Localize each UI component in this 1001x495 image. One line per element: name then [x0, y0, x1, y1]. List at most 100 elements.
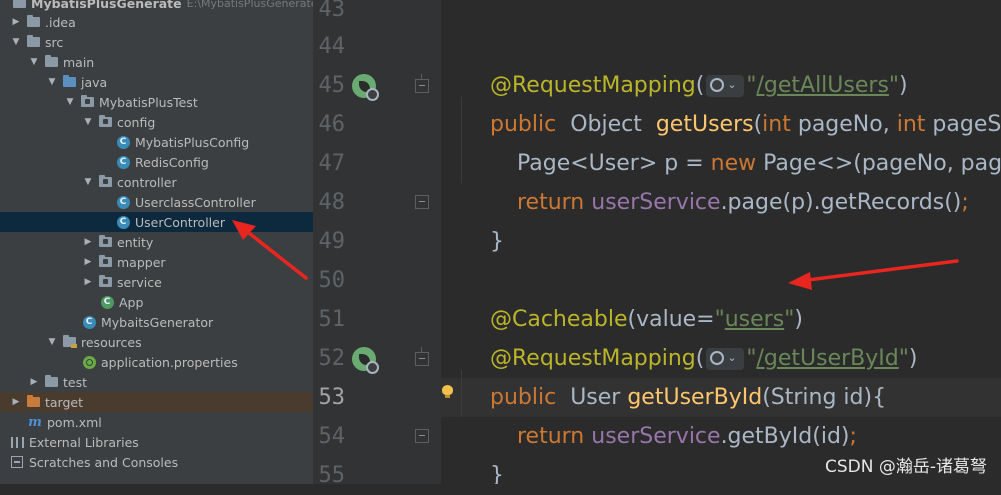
package-icon: [80, 95, 94, 109]
tree-item-label: mapper: [117, 254, 166, 270]
tree-item-mybatisplusconfig[interactable]: C MybatisPlusConfig: [0, 132, 313, 152]
chevron-down-icon[interactable]: ▼: [46, 336, 58, 348]
line-number-current: 53: [318, 385, 346, 410]
fold-marker-icon[interactable]: [415, 195, 429, 209]
tree-item-userclasscontroller[interactable]: C UserclassController: [0, 192, 313, 212]
tree-item-label: MybaitsGenerator: [101, 314, 214, 330]
tree-item-external-libraries[interactable]: External Libraries: [0, 432, 313, 452]
tree-item-label: java: [81, 74, 108, 90]
tree-item-label: controller: [117, 174, 177, 190]
tree-item-main[interactable]: ▼ main: [0, 52, 313, 72]
line-number: 48: [318, 190, 346, 215]
tree-item-idea[interactable]: ▶ .idea: [0, 12, 313, 32]
code-line-53[interactable]: return userService.getById(id);: [489, 378, 857, 449]
folder-icon: [26, 15, 40, 29]
code-line-51[interactable]: @RequestMapping(⌄ "/getUserById"): [462, 300, 917, 371]
folder-icon: [12, 0, 26, 10]
chevron-right-icon[interactable]: ▶: [82, 236, 94, 248]
tree-item-scratches[interactable]: Scratches and Consoles: [0, 452, 313, 472]
fold-marker-icon[interactable]: [415, 74, 429, 93]
tree-item-label: MybatisPlusTest: [99, 94, 198, 110]
class-icon: C: [116, 155, 130, 169]
code-editor[interactable]: @RequestMapping(⌄ "/getAllUsers") public …: [441, 0, 1001, 484]
line-number: 45: [318, 73, 346, 98]
folder-icon: [26, 35, 40, 49]
tree-item-label: App: [119, 294, 144, 310]
tree-root-path: E:\MybatisPlusGenerate: [186, 0, 313, 10]
tree-item-usercontroller[interactable]: C UserController: [0, 212, 313, 232]
chevron-right-icon[interactable]: ▶: [28, 376, 40, 388]
chevron-right-icon[interactable]: ▶: [10, 16, 22, 28]
code-punct: }: [489, 229, 504, 254]
line-number: 47: [318, 151, 346, 176]
tree-item-config[interactable]: ▼ config: [0, 112, 313, 132]
class-icon: C: [116, 195, 130, 209]
tree-item-label: External Libraries: [29, 434, 139, 450]
scratches-icon: [10, 455, 24, 469]
code-line-50[interactable]: @Cacheable(value="users"): [462, 261, 803, 332]
code-line-44[interactable]: @RequestMapping(⌄ "/getAllUsers"): [462, 27, 908, 98]
line-number: 54: [318, 424, 346, 449]
spring-endpoint-icon[interactable]: [352, 347, 379, 374]
excluded-folder-icon: [26, 395, 40, 409]
resources-folder-icon: [62, 335, 77, 349]
tree-item-mybatisplustest[interactable]: ▼ MybatisPlusTest: [0, 92, 313, 112]
csdn-watermark: CSDN @瀚岳-诸葛弩: [824, 457, 987, 477]
chevron-down-icon[interactable]: ▼: [28, 56, 40, 68]
editor-gutter: 43 44 45 46 47 48 49 50 51 52 53 54 55: [313, 0, 441, 488]
tree-item-mapper[interactable]: ▶ mapper: [0, 252, 313, 272]
chevron-down-icon[interactable]: ▼: [46, 76, 58, 88]
tree-item-label: target: [45, 394, 84, 410]
code-line-46[interactable]: Page<User> p = new Page<>(pageNo, page: [489, 105, 1001, 176]
tree-item-label: pom.xml: [47, 414, 102, 430]
fold-marker-icon[interactable]: [415, 429, 429, 443]
tree-item-target[interactable]: ▶ target: [0, 392, 313, 412]
tree-item-app[interactable]: C App: [0, 292, 313, 312]
line-number: 50: [318, 268, 346, 293]
tree-item-controller[interactable]: ▼ controller: [0, 172, 313, 192]
tree-item-resources[interactable]: ▼ resources: [0, 332, 313, 352]
chevron-down-icon[interactable]: ▼: [10, 36, 22, 48]
class-icon: C: [116, 135, 130, 149]
source-folder-icon: [62, 75, 76, 89]
chevron-right-icon[interactable]: ▶: [82, 276, 94, 288]
code-line-45[interactable]: public Object getUsers(int pageNo, int p…: [462, 66, 1001, 137]
code-line-47[interactable]: return userService.page(p).getRecords();: [489, 144, 969, 215]
package-icon: [98, 235, 112, 249]
chevron-right-icon[interactable]: ▶: [10, 396, 22, 408]
tree-item-application-properties[interactable]: application.properties: [0, 352, 313, 372]
chevron-right-icon[interactable]: ▶: [82, 256, 94, 268]
tree-item-mybaitsgenerator[interactable]: C MybaitsGenerator: [0, 312, 313, 332]
tree-item-src[interactable]: ▼ src: [0, 32, 313, 52]
tree-item-label: config: [117, 114, 156, 130]
tree-item-service[interactable]: ▶ service: [0, 272, 313, 292]
line-number: 51: [318, 307, 346, 332]
intention-bulb-icon[interactable]: [442, 385, 453, 399]
line-number: 43: [318, 0, 346, 22]
tree-item-label: UserController: [135, 214, 225, 230]
package-icon: [98, 115, 112, 129]
class-icon: C: [82, 315, 96, 329]
line-number: 55: [318, 463, 346, 488]
code-line-48[interactable]: }: [462, 183, 504, 254]
tree-item-pom[interactable]: m pom.xml: [0, 412, 313, 432]
chevron-down-icon[interactable]: ▼: [64, 96, 76, 108]
chevron-down-icon[interactable]: ▼: [82, 176, 94, 188]
code-punct: }: [489, 463, 504, 484]
string-quote: ": [898, 346, 909, 371]
tree-item-label: UserclassController: [135, 194, 256, 210]
tree-item-java[interactable]: ▼ java: [0, 72, 313, 92]
tree-item-entity[interactable]: ▶ entity: [0, 232, 313, 252]
line-number: 46: [318, 112, 346, 137]
tree-item-label: entity: [117, 234, 154, 250]
spring-endpoint-icon[interactable]: [352, 74, 379, 101]
code-line-54[interactable]: }: [462, 417, 504, 484]
chevron-down-icon[interactable]: ▼: [82, 116, 94, 128]
code-punct: ): [908, 346, 918, 371]
code-line-52[interactable]: public User getUserById(String id){: [462, 339, 886, 410]
line-number: 49: [318, 229, 346, 254]
keyword: return: [516, 424, 585, 449]
tree-item-test[interactable]: ▶ test: [0, 372, 313, 392]
fold-marker-icon[interactable]: [415, 347, 429, 366]
tree-item-redisconfig[interactable]: C RedisConfig: [0, 152, 313, 172]
